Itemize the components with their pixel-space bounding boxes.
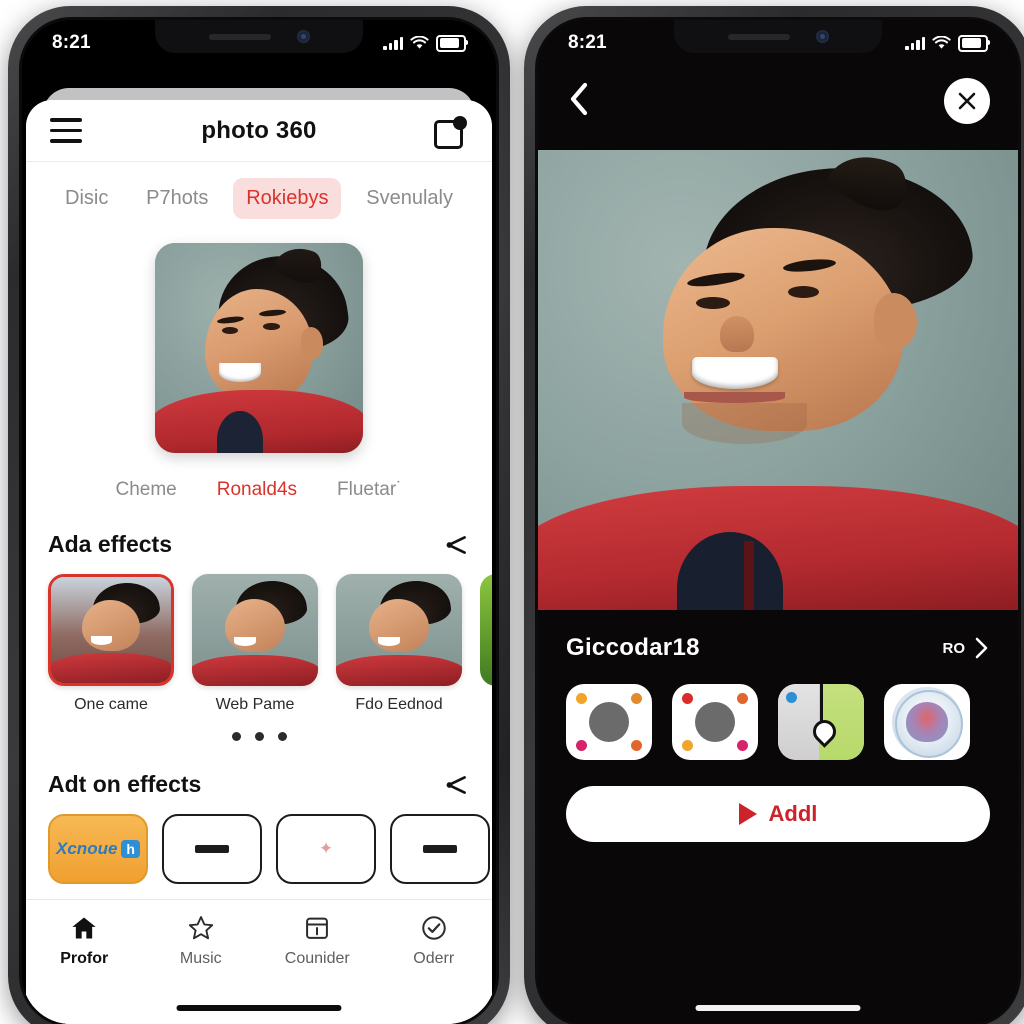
filter-cheme[interactable]: Cheme bbox=[116, 479, 177, 501]
section-header: Adt on effects bbox=[48, 771, 470, 798]
tab-svenulaly[interactable]: Svenulaly bbox=[353, 178, 466, 219]
page-title: photo 360 bbox=[201, 116, 317, 144]
tab-photos[interactable]: P7hots bbox=[133, 178, 221, 219]
nav-item-oderr[interactable]: Oderr bbox=[376, 914, 493, 968]
nav-label: Counider bbox=[284, 950, 350, 967]
portrait-image-large bbox=[538, 150, 1018, 610]
app-sheet: photo 360 Disic P7hots Rokiebys Svenulal… bbox=[26, 100, 492, 1024]
left-status-time: 8:21 bbox=[52, 32, 91, 53]
effect-item-web-pame[interactable]: Web Pame bbox=[192, 574, 318, 714]
screenshot-stage: 8:21 photo 360 Disic P7hots Rokiebys Sve… bbox=[0, 0, 1024, 1024]
tab-rokiebys[interactable]: Rokiebys bbox=[233, 178, 342, 219]
section-adt-on-effects: Adt on effects Xcnoue h ✦ bbox=[26, 771, 492, 884]
wifi-icon bbox=[932, 36, 951, 49]
effect-label: Fdo Eednod bbox=[355, 696, 443, 713]
left-phone-screen: 8:21 photo 360 Disic P7hots Rokiebys Sve… bbox=[19, 17, 499, 1024]
home-indicator bbox=[695, 1005, 861, 1011]
panel-title: Giccodar18 bbox=[566, 634, 700, 661]
filter-ronald4s[interactable]: Ronald4s bbox=[217, 479, 297, 501]
carousel-pagination-dots bbox=[48, 732, 470, 741]
battery-icon bbox=[436, 34, 468, 52]
addon-glyph-icon bbox=[195, 845, 229, 853]
filter-fluetar[interactable]: Fluetar˙ bbox=[337, 479, 402, 501]
tab-bar: Disic P7hots Rokiebys Svenulaly bbox=[26, 162, 492, 229]
panel-more-label: RO bbox=[942, 639, 966, 657]
filter-row: Cheme Ronald4s Fluetar˙ bbox=[26, 479, 492, 501]
effect-thumbnail bbox=[48, 574, 174, 686]
right-phone-screen: 8:21 Giccodar18 RO Addl bbox=[535, 17, 1021, 1024]
addon-carousel[interactable]: Xcnoue h ✦ bbox=[48, 814, 490, 884]
effect-item-one-came[interactable]: One came bbox=[48, 574, 174, 714]
cellular-bars-icon bbox=[383, 36, 403, 50]
dots-circle-thumbnail[interactable] bbox=[672, 684, 758, 760]
share-icon[interactable] bbox=[444, 532, 470, 558]
cellular-bars-icon bbox=[905, 36, 925, 50]
hero-photo-card[interactable] bbox=[155, 243, 363, 453]
share-icon[interactable] bbox=[444, 772, 470, 798]
illustration-thumbnail[interactable] bbox=[884, 684, 970, 760]
right-status-time: 8:21 bbox=[568, 32, 607, 53]
portrait-image bbox=[155, 243, 363, 453]
nav-item-profor[interactable]: Profor bbox=[26, 914, 143, 968]
viewer-photo[interactable] bbox=[538, 150, 1018, 610]
addon-label: Xcnoue bbox=[56, 839, 118, 858]
hero-preview bbox=[26, 243, 492, 453]
left-phone-device: 8:21 photo 360 Disic P7hots Rokiebys Sve… bbox=[8, 6, 510, 1024]
addon-item-4[interactable] bbox=[390, 814, 490, 884]
nav-label: Music bbox=[179, 950, 222, 967]
effect-thumbnail bbox=[336, 574, 462, 686]
addon-glyph-icon bbox=[423, 845, 457, 853]
thumbnail-row[interactable] bbox=[566, 684, 990, 760]
nav-item-counider[interactable]: Counider bbox=[259, 914, 376, 968]
battery-icon bbox=[958, 34, 990, 52]
nav-label: Profor bbox=[60, 950, 109, 967]
addon-item-3[interactable]: ✦ bbox=[276, 814, 376, 884]
addon-item-xcnoue[interactable]: Xcnoue h bbox=[48, 814, 148, 884]
sparkle-icon: ✦ bbox=[318, 839, 334, 858]
close-x-icon[interactable] bbox=[944, 78, 990, 124]
effect-thumbnail bbox=[192, 574, 318, 686]
content-scroll-area[interactable]: Disic P7hots Rokiebys Svenulaly Cheme Ro… bbox=[26, 162, 492, 1024]
save-badge-icon[interactable] bbox=[434, 115, 468, 149]
effect-image bbox=[336, 574, 462, 686]
addon-badge: h bbox=[121, 840, 140, 858]
left-status-bar: 8:21 bbox=[22, 20, 496, 66]
effect-item-fdo-eednod[interactable]: Fdo Eednod bbox=[336, 574, 462, 714]
nav-item-music[interactable]: Music bbox=[143, 914, 260, 968]
check-circle-icon bbox=[422, 916, 446, 940]
effects-carousel[interactable]: One came Web Pame Fdo Eednod bbox=[48, 574, 492, 714]
panel-header: Giccodar18 RO bbox=[566, 634, 990, 662]
add-button-label: Addl bbox=[768, 801, 818, 826]
effect-image bbox=[192, 574, 318, 686]
hamburger-menu-icon[interactable] bbox=[50, 118, 82, 143]
home-icon bbox=[72, 917, 96, 939]
right-phone-device: 8:21 Giccodar18 RO Addl bbox=[524, 6, 1024, 1024]
chevron-left-icon[interactable] bbox=[568, 82, 590, 116]
home-indicator bbox=[176, 1005, 342, 1011]
wifi-icon bbox=[410, 36, 429, 49]
panel-more-link[interactable]: RO bbox=[943, 636, 991, 660]
section-title-adt-on-effects: Adt on effects bbox=[48, 771, 202, 797]
effect-image bbox=[51, 577, 171, 683]
section-header: Ada effects bbox=[48, 531, 470, 558]
effect-item-partial[interactable] bbox=[480, 574, 492, 686]
viewer-bottom-panel: Giccodar18 RO Addl bbox=[538, 610, 1018, 1024]
effect-label: One came bbox=[74, 696, 148, 713]
close-icon-glyph bbox=[958, 92, 976, 110]
chevron-right-icon bbox=[975, 637, 988, 659]
add-button[interactable]: Addl bbox=[566, 786, 990, 842]
map-pin-thumbnail[interactable] bbox=[778, 684, 864, 760]
app-header: photo 360 bbox=[26, 100, 492, 162]
section-ada-effects: Ada effects One came Web Pame Fdo Eednod bbox=[26, 531, 492, 741]
right-status-bar: 8:21 bbox=[538, 20, 1018, 66]
calendar-icon bbox=[306, 917, 329, 939]
tab-disic[interactable]: Disic bbox=[52, 178, 121, 219]
effect-label: Web Pame bbox=[215, 696, 295, 713]
section-title-ada-effects: Ada effects bbox=[48, 531, 172, 557]
addon-item-2[interactable] bbox=[162, 814, 262, 884]
play-icon bbox=[738, 803, 757, 825]
nav-label: Oderr bbox=[413, 950, 455, 967]
star-icon bbox=[188, 916, 213, 940]
dots-circle-thumbnail[interactable] bbox=[566, 684, 652, 760]
